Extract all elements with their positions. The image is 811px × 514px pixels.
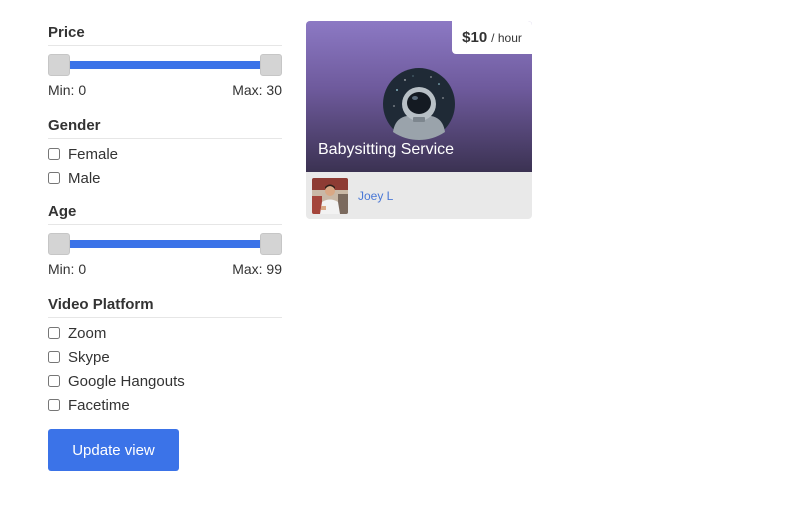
platform-option-google-hangouts[interactable]: Google Hangouts bbox=[48, 369, 282, 393]
update-view-button[interactable]: Update view bbox=[48, 429, 179, 471]
astronaut-icon bbox=[383, 68, 455, 140]
price-max-handle[interactable] bbox=[260, 54, 282, 76]
service-card-hero[interactable]: $10 / hour Babysitting Service bbox=[306, 21, 532, 172]
age-range-slider[interactable] bbox=[48, 233, 282, 255]
price-range-labels: Min: 0 Max: 30 bbox=[48, 82, 282, 98]
platform-option-label: Facetime bbox=[68, 396, 130, 414]
avatar-photo bbox=[312, 177, 348, 214]
age-min-label: Min: 0 bbox=[48, 261, 87, 277]
skype-checkbox[interactable] bbox=[48, 351, 60, 363]
gender-filter: Gender Female Male bbox=[48, 117, 282, 190]
price-max-label: Max: 30 bbox=[232, 82, 282, 98]
female-checkbox[interactable] bbox=[48, 148, 60, 160]
zoom-checkbox[interactable] bbox=[48, 327, 60, 339]
price-range-slider[interactable] bbox=[48, 54, 282, 76]
price-range-track bbox=[60, 61, 270, 69]
platform-option-label: Skype bbox=[68, 348, 110, 366]
platform-option-zoom[interactable]: Zoom bbox=[48, 321, 282, 345]
gender-option-label: Male bbox=[68, 169, 101, 187]
age-max-label: Max: 99 bbox=[232, 261, 282, 277]
age-range-track bbox=[60, 240, 270, 248]
google-hangouts-checkbox[interactable] bbox=[48, 375, 60, 387]
gender-option-label: Female bbox=[68, 145, 119, 163]
video-platform-filter: Video Platform Zoom Skype Google Hangout… bbox=[48, 296, 282, 417]
service-title: Babysitting Service bbox=[318, 141, 455, 158]
video-platform-options: Zoom Skype Google Hangouts Facetime bbox=[48, 321, 282, 417]
price-filter-title: Price bbox=[48, 24, 282, 46]
service-card-footer: Joey L bbox=[306, 172, 532, 219]
male-checkbox[interactable] bbox=[48, 172, 60, 184]
price-filter: Price Min: 0 Max: 30 bbox=[48, 24, 282, 98]
gender-option-male[interactable]: Male bbox=[48, 166, 282, 190]
price-min-label: Min: 0 bbox=[48, 82, 87, 98]
gender-option-female[interactable]: Female bbox=[48, 142, 282, 166]
age-filter-title: Age bbox=[48, 203, 282, 225]
platform-option-label: Zoom bbox=[68, 324, 107, 342]
service-card[interactable]: $10 / hour Babysitting Service Joey L bbox=[306, 21, 532, 219]
price-tag: $10 / hour bbox=[452, 21, 532, 54]
age-filter: Age Min: 0 Max: 99 bbox=[48, 203, 282, 277]
provider-name-link[interactable]: Joey L bbox=[358, 189, 393, 203]
age-min-handle[interactable] bbox=[48, 233, 70, 255]
gender-options: Female Male bbox=[48, 142, 282, 190]
platform-option-label: Google Hangouts bbox=[68, 372, 185, 390]
platform-option-skype[interactable]: Skype bbox=[48, 345, 282, 369]
gender-filter-title: Gender bbox=[48, 117, 282, 139]
price-amount: $10 bbox=[462, 29, 488, 46]
age-range-labels: Min: 0 Max: 99 bbox=[48, 261, 282, 277]
platform-option-facetime[interactable]: Facetime bbox=[48, 393, 282, 417]
video-platform-filter-title: Video Platform bbox=[48, 296, 282, 318]
avatar[interactable] bbox=[312, 177, 348, 214]
price-unit: / hour bbox=[491, 30, 522, 45]
price-min-handle[interactable] bbox=[48, 54, 70, 76]
facetime-checkbox[interactable] bbox=[48, 399, 60, 411]
filter-panel: Price Min: 0 Max: 30 Gender Female Male … bbox=[48, 24, 282, 471]
age-max-handle[interactable] bbox=[260, 233, 282, 255]
